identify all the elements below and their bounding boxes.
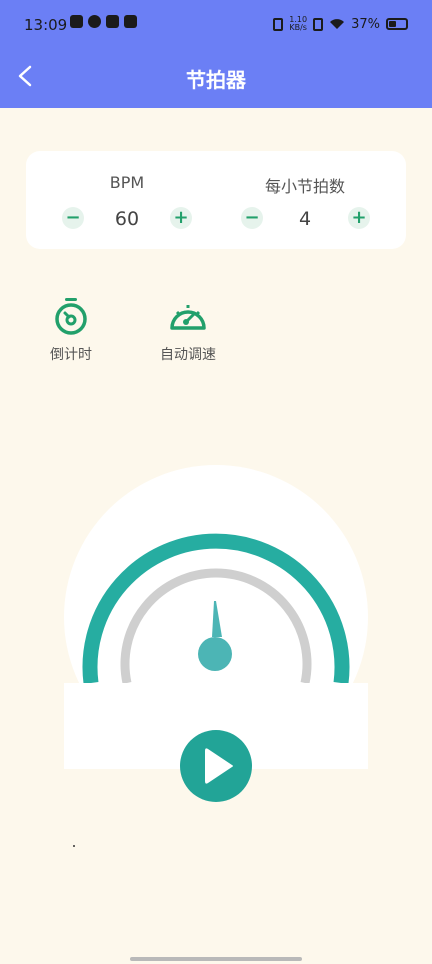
status-bar: 13:09 1.10 KB/s 37%: [0, 0, 432, 52]
needle: [212, 601, 222, 637]
crown-icon: [124, 15, 137, 28]
battery-percent: 37%: [351, 16, 380, 32]
play-button[interactable]: [180, 730, 252, 802]
bpm-decrease-button[interactable]: −: [62, 207, 84, 229]
vibrate-icon: [273, 17, 284, 31]
tiktok-icon: [70, 15, 83, 28]
battery-icon: [386, 18, 408, 30]
stopwatch-icon: [55, 298, 87, 335]
app-icon: [88, 15, 101, 28]
net-speed: 1.10 KB/s: [289, 16, 307, 32]
page-title: 节拍器: [186, 68, 246, 92]
speck: [73, 845, 75, 847]
wifi-icon: [330, 19, 345, 29]
sim-icon: [313, 17, 324, 31]
status-right: 1.10 KB/s 37%: [273, 16, 408, 32]
bpm-label: BPM: [109, 173, 145, 192]
settings-card: BPM − 60 + 每小节拍数 − 4 +: [26, 151, 406, 249]
bpm-setting: BPM − 60 +: [52, 151, 202, 249]
status-time: 13:09: [24, 16, 68, 34]
play-icon: [205, 748, 233, 784]
net-speed-unit: KB/s: [289, 23, 307, 32]
speedometer-icon: [170, 305, 206, 330]
beats-increase-button[interactable]: +: [348, 207, 370, 229]
home-indicator[interactable]: [130, 957, 302, 961]
countdown-label: 倒计时: [50, 347, 92, 363]
bpm-value: 60: [114, 208, 140, 230]
needle-hub: [198, 637, 232, 671]
beats-decrease-button[interactable]: −: [241, 207, 263, 229]
bpm-increase-button[interactable]: +: [170, 207, 192, 229]
app-bar: 节拍器: [0, 52, 432, 108]
beats-per-bar-setting: 每小节拍数 − 4 +: [230, 151, 380, 249]
notification-icons: [70, 15, 137, 28]
dial-gauge: [64, 533, 368, 769]
auto-tempo-tool[interactable]: 自动调速: [148, 296, 228, 364]
countdown-tool[interactable]: 倒计时: [31, 296, 111, 364]
beats-per-bar-label: 每小节拍数: [264, 177, 345, 196]
mail-icon: [106, 15, 119, 28]
auto-tempo-label: 自动调速: [160, 347, 216, 363]
beats-per-bar-value: 4: [298, 208, 312, 230]
